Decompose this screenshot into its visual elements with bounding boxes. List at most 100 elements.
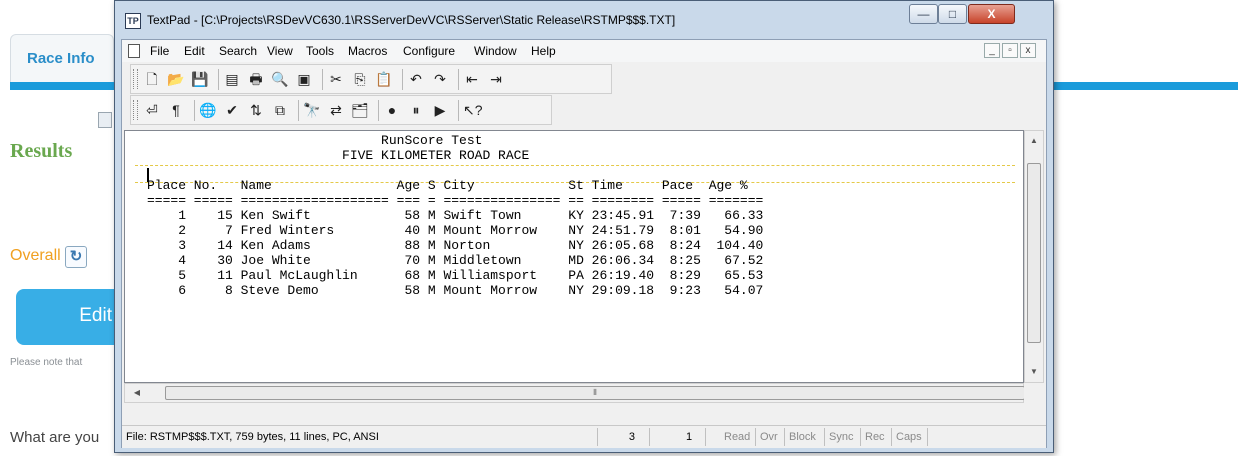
client-area: File Edit Search View Tools Macros Confi… <box>121 39 1047 448</box>
print-preview-icon[interactable]: 🔍 <box>271 70 289 88</box>
document-line[interactable]: 6 8 Steve Demo 58 M Mount Morrow NY 29:0… <box>147 283 763 298</box>
status-block-flag: Block <box>785 428 825 446</box>
paste-icon[interactable]: 📋 <box>375 70 393 88</box>
scroll-up-arrow-icon[interactable]: ▲ <box>1026 133 1042 149</box>
cut-icon[interactable]: ✂ <box>327 70 345 88</box>
toolbar-separator <box>322 69 323 90</box>
undo-icon[interactable]: ↶ <box>407 70 425 88</box>
status-caps-flag: Caps <box>892 428 928 446</box>
new-file-icon[interactable]: 🗋 <box>143 70 161 88</box>
find-icon[interactable]: 🔭 <box>303 101 321 119</box>
size-grip[interactable] <box>1024 383 1044 403</box>
textpad-window[interactable]: TP TextPad - [C:\Projects\RSDevVC630.1\R… <box>114 0 1054 453</box>
status-column-number: 1 <box>650 428 706 446</box>
race-info-tab-label: Race Info <box>27 50 95 67</box>
record-macro-icon[interactable]: ● <box>383 101 401 119</box>
document-line[interactable]: Place No. Name Age S City St Time Pace A… <box>147 178 763 193</box>
document-line[interactable]: 4 30 Joe White 70 M Middletown MD 26:06.… <box>147 253 763 268</box>
close-button[interactable]: X <box>968 4 1015 24</box>
document-line[interactable]: 5 11 Paul McLaughlin 68 M Williamsport P… <box>147 268 763 283</box>
redo-icon[interactable]: ↷ <box>431 70 449 88</box>
status-read-flag: Read <box>720 428 756 446</box>
document-line[interactable]: 2 7 Fred Winters 40 M Mount Morrow NY 24… <box>147 223 763 238</box>
overall-label: Overall <box>10 247 61 264</box>
document-line[interactable] <box>147 163 763 178</box>
document-line[interactable]: ===== ===== =================== === = ==… <box>147 193 763 208</box>
mdi-close-button[interactable]: x <box>1020 43 1036 58</box>
status-line-number: 3 <box>598 428 650 446</box>
status-file-info: File: RSTMP$$$.TXT, 759 bytes, 11 lines,… <box>122 428 598 446</box>
web-browser-icon[interactable]: 🌐 <box>199 101 217 119</box>
toolbar-separator <box>458 69 459 90</box>
toolbar-separator <box>194 100 195 121</box>
document-properties-icon[interactable]: ▣ <box>295 70 313 88</box>
document-line[interactable]: FIVE KILOMETER ROAD RACE <box>147 148 763 163</box>
toolbar-grip[interactable] <box>133 69 138 89</box>
menu-window[interactable]: Window <box>474 44 517 58</box>
document-icon[interactable] <box>128 44 140 58</box>
vertical-scroll-thumb[interactable] <box>1027 163 1041 343</box>
toolbar-separator <box>218 69 219 90</box>
status-sync-flag: Sync <box>825 428 861 446</box>
menu-edit[interactable]: Edit <box>184 44 205 58</box>
spelling-icon[interactable]: ✔ <box>223 101 241 119</box>
horizontal-scroll-thumb[interactable]: ⦀ <box>165 386 1025 400</box>
menu-view[interactable]: View <box>267 44 293 58</box>
menu-tools[interactable]: Tools <box>306 44 334 58</box>
race-info-tab[interactable]: Race Info <box>10 34 114 82</box>
maximize-button[interactable]: □ <box>938 4 967 24</box>
document-line[interactable]: 3 14 Ken Adams 88 M Norton NY 26:05.68 8… <box>147 238 763 253</box>
open-folder-icon[interactable]: 📂 <box>167 70 185 88</box>
outdent-icon[interactable]: ⇥ <box>487 70 505 88</box>
status-bar: File: RSTMP$$$.TXT, 759 bytes, 11 lines,… <box>122 425 1046 448</box>
mdi-restore-button[interactable]: ▫ <box>1002 43 1018 58</box>
play-macro-icon[interactable]: ▶ <box>431 101 449 119</box>
document-text[interactable]: RunScore Test FIVE KILOMETER ROAD RACE P… <box>147 133 763 298</box>
find-in-files-icon[interactable]: 🗂 <box>351 101 369 119</box>
mdi-minimize-button[interactable]: _ <box>984 43 1000 58</box>
replace-icon[interactable]: ⇄ <box>327 101 345 119</box>
indent-icon[interactable]: ⇤ <box>463 70 481 88</box>
window-title: TextPad - [C:\Projects\RSDevVC630.1\RSSe… <box>147 13 676 27</box>
menu-file[interactable]: File <box>150 44 169 58</box>
toolbar-separator <box>458 100 459 121</box>
horizontal-scrollbar[interactable]: ◀ ⦀ <box>124 383 1025 403</box>
show-paragraph-icon[interactable]: ¶ <box>167 101 185 119</box>
status-ovr-flag: Ovr <box>756 428 785 446</box>
menu-help[interactable]: Help <box>531 44 556 58</box>
results-heading: Results <box>10 140 73 162</box>
scroll-down-arrow-icon[interactable]: ▼ <box>1026 364 1042 380</box>
tools-toolbar: ⏎ ¶ 🌐 ✔ ⇅ ⧉ 🔭 ⇄ 🗂 ● ⏸ ▶ ↖? <box>130 95 552 125</box>
menu-bar: File Edit Search View Tools Macros Confi… <box>122 40 1046 62</box>
word-wrap-icon[interactable]: ⏎ <box>143 101 161 119</box>
edit-button[interactable]: Edit <box>16 289 126 345</box>
note-text: Please note that <box>10 357 83 368</box>
minimize-button[interactable]: — <box>909 4 938 24</box>
menu-configure[interactable]: Configure <box>403 44 455 58</box>
context-help-icon[interactable]: ↖? <box>463 101 483 119</box>
toolbar-area: 🗋 📂 💾 ▤ 🖶 🔍 ▣ ✂ ⎘ 📋 ↶ ↷ ⇤ ⇥ ⏎ ¶ 🌐 ✔ ⇅ ⧉ 🔭 ⇄ 🗂 ● ⏸ ▶ ↖? <box>122 62 1046 128</box>
refresh-icon[interactable]: ↻ <box>65 246 87 268</box>
sort-icon[interactable]: ⇅ <box>247 101 265 119</box>
toolbar-grip[interactable] <box>133 100 138 120</box>
pause-macro-icon[interactable]: ⏸ <box>407 101 425 119</box>
copy-icon[interactable]: ⎘ <box>351 70 369 88</box>
manage-files-icon[interactable]: ▤ <box>223 70 241 88</box>
menu-search[interactable]: Search <box>219 44 257 58</box>
page-icon <box>98 112 112 128</box>
document-line[interactable]: RunScore Test <box>147 133 763 148</box>
compare-icon[interactable]: ⧉ <box>271 101 289 119</box>
toolbar-separator <box>378 100 379 121</box>
text-editor[interactable]: RunScore Test FIVE KILOMETER ROAD RACE P… <box>124 130 1024 383</box>
vertical-scrollbar[interactable]: ▲ ▼ <box>1024 130 1044 383</box>
menu-macros[interactable]: Macros <box>348 44 387 58</box>
scroll-left-arrow-icon[interactable]: ◀ <box>129 385 145 401</box>
edit-button-label: Edit <box>79 305 112 326</box>
document-line[interactable]: 1 15 Ken Swift 58 M Swift Town KY 23:45.… <box>147 208 763 223</box>
save-icon[interactable]: 💾 <box>191 70 209 88</box>
title-bar[interactable]: TP TextPad - [C:\Projects\RSDevVC630.1\R… <box>115 1 1053 39</box>
textpad-app-icon[interactable]: TP <box>125 13 141 29</box>
status-rec-flag: Rec <box>861 428 892 446</box>
print-icon[interactable]: 🖶 <box>247 70 265 88</box>
toolbar-separator <box>402 69 403 90</box>
